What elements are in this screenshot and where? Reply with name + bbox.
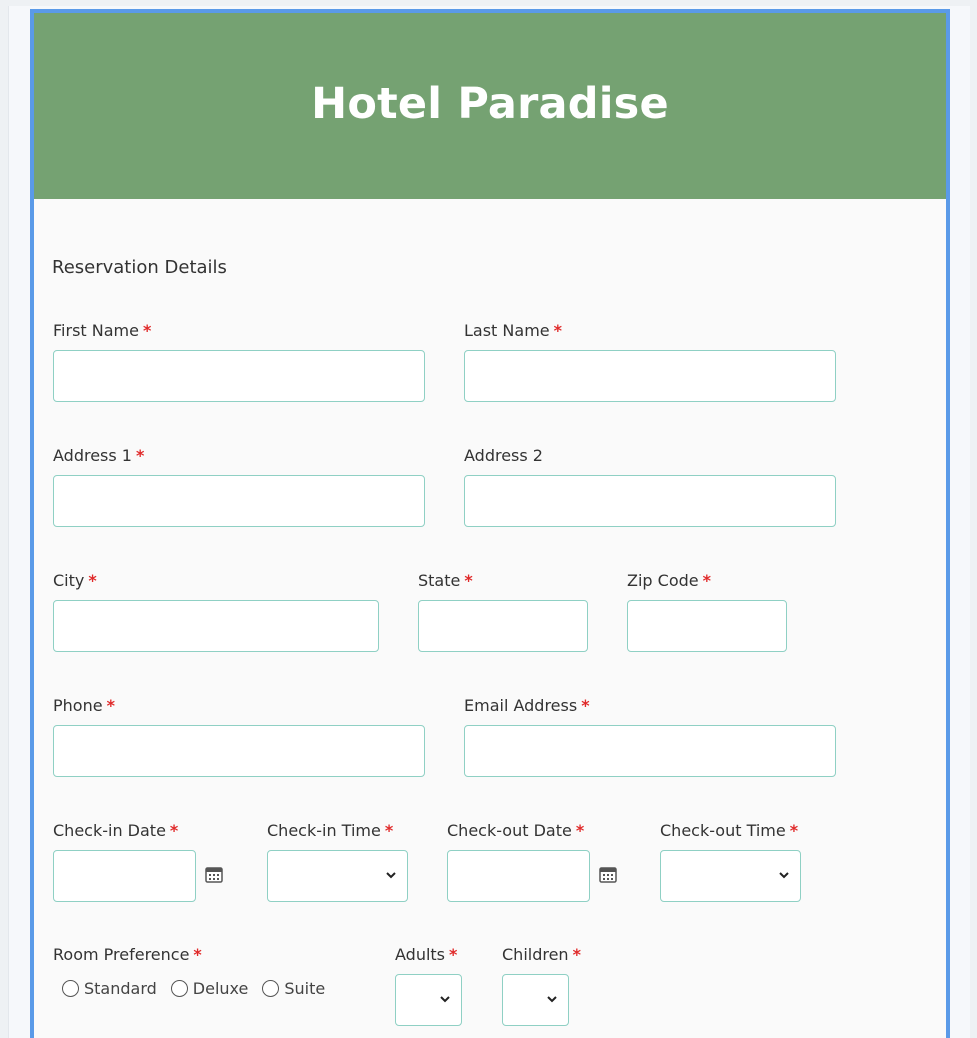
checkin-date-input[interactable] [53,850,196,902]
checkout-date-input[interactable] [447,850,590,902]
calendar-icon[interactable] [205,865,223,883]
checkout-date-label: Check-out Date * [447,821,585,840]
email-label: Email Address * [464,696,590,715]
address1-input[interactable] [53,475,425,527]
chevron-down-icon [440,996,450,1003]
zip-label: Zip Code * [627,571,711,590]
reservation-form: Hotel Paradise Reservation Details First… [30,9,950,1038]
radio-circle-icon[interactable] [170,980,188,997]
first-name-input[interactable] [53,350,425,402]
state-input[interactable] [418,600,588,652]
checkout-time-label: Check-out Time * [660,821,799,840]
phone-input[interactable] [53,725,425,777]
radio-standard[interactable]: Standard [62,979,157,998]
children-label: Children * [502,945,581,964]
adults-select[interactable] [395,974,462,1026]
last-name-label: Last Name * [464,321,562,340]
state-label: State * [418,571,473,590]
address2-label: Address 2 [464,446,543,465]
room-preference-radios: Standard Deluxe Suite [62,979,339,998]
zip-input[interactable] [627,600,787,652]
email-input[interactable] [464,725,836,777]
children-select[interactable] [502,974,569,1026]
checkin-time-label: Check-in Time * [267,821,394,840]
address1-label: Address 1 * [53,446,145,465]
last-name-input[interactable] [464,350,836,402]
radio-deluxe[interactable]: Deluxe [170,979,248,998]
adults-label: Adults * [395,945,458,964]
radio-circle-icon[interactable] [62,980,79,997]
page-title: Hotel Paradise [311,79,669,129]
checkin-date-label: Check-in Date * [53,821,179,840]
radio-circle-icon[interactable] [262,980,280,997]
city-label: City * [53,571,97,590]
room-preference-label: Room Preference * [53,945,202,964]
section-title: Reservation Details [52,257,227,278]
phone-label: Phone * [53,696,115,715]
city-input[interactable] [53,600,379,652]
checkin-time-select[interactable] [267,850,408,902]
address2-input[interactable] [464,475,836,527]
chevron-down-icon [779,872,789,879]
chevron-down-icon [386,872,396,879]
checkout-time-select[interactable] [660,850,801,902]
radio-suite[interactable]: Suite [262,979,325,998]
chevron-down-icon [547,996,557,1003]
form-header: Hotel Paradise [34,13,946,199]
first-name-label: First Name * [53,321,152,340]
calendar-icon[interactable] [599,865,617,883]
